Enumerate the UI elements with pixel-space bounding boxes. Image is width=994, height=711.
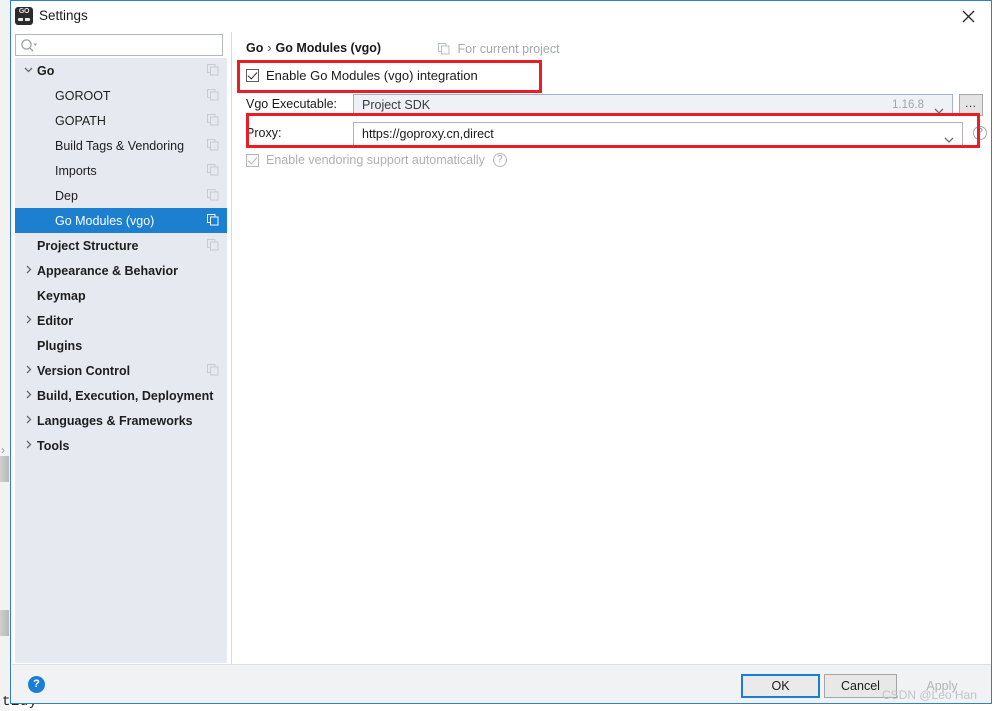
project-scope-icon	[207, 214, 219, 226]
breadcrumb-root[interactable]: Go	[246, 41, 263, 55]
chevron-down-icon	[934, 102, 944, 120]
chevron-right-icon[interactable]	[22, 365, 34, 376]
project-scope-icon	[207, 239, 219, 251]
breadcrumb-separator: ›	[267, 41, 272, 55]
sidebar-item-build-execution-deployment[interactable]: Build, Execution, Deployment	[15, 383, 227, 408]
sidebar-item-label: Keymap	[37, 288, 86, 303]
sidebar-item-imports[interactable]: Imports	[15, 158, 227, 183]
sidebar-item-go-modules-vgo[interactable]: Go Modules (vgo)	[15, 208, 227, 233]
ok-button[interactable]: OK	[741, 674, 820, 698]
vendoring-checkbox	[246, 153, 259, 167]
close-icon[interactable]	[946, 1, 991, 31]
project-scope-icon	[207, 89, 219, 101]
chevron-right-icon[interactable]	[22, 315, 34, 326]
vgo-executable-label: Vgo Executable:	[246, 97, 338, 111]
breadcrumb: Go › Go Modules (vgo)	[246, 41, 381, 55]
sidebar-item-editor[interactable]: Editor	[15, 308, 227, 333]
sidebar-item-label: Go	[37, 63, 55, 78]
ide-background-strip	[0, 0, 10, 711]
project-scope-icon	[438, 43, 450, 58]
sidebar-item-project-structure[interactable]: Project Structure	[15, 233, 227, 258]
dialog-titlebar: GO Settings	[11, 1, 991, 32]
chevron-down-icon[interactable]	[944, 131, 954, 149]
project-scope-icon	[207, 189, 219, 201]
sidebar-item-label: Project Structure	[37, 238, 139, 253]
sidebar-item-gopath[interactable]: GOPATH	[15, 108, 227, 133]
sidebar-item-version-control[interactable]: Version Control	[15, 358, 227, 383]
sidebar-content-divider	[231, 32, 232, 664]
proxy-value[interactable]: https://goproxy.cn,direct	[362, 127, 494, 141]
sidebar-item-tools[interactable]: Tools	[15, 433, 227, 458]
background-scrollbar-thumb-bottom[interactable]	[0, 610, 9, 636]
sidebar-item-label: GOPATH	[55, 113, 106, 128]
sidebar-item-label: Imports	[55, 163, 97, 178]
sidebar-item-goroot[interactable]: GOROOT	[15, 83, 227, 108]
proxy-input[interactable]: https://goproxy.cn,direct	[353, 122, 963, 146]
for-current-project-label: For current project	[438, 42, 560, 58]
sidebar-item-label: Appearance & Behavior	[37, 263, 179, 278]
dialog-title: Settings	[39, 8, 88, 23]
vendoring-label: Enable vendoring support automatically	[266, 153, 485, 167]
sidebar-item-label: GOROOT	[55, 88, 111, 103]
vgo-executable-value: Project SDK	[362, 98, 431, 112]
chevron-right-icon[interactable]	[22, 440, 34, 451]
proxy-help-icon[interactable]: ?	[973, 126, 987, 140]
settings-content-panel: Go › Go Modules (vgo) For current project …	[233, 32, 991, 664]
vgo-executable-version: 1.16.8	[892, 99, 924, 111]
dialog-footer: ? OK Cancel Apply	[12, 664, 991, 703]
sidebar-item-build-tags-vendoring[interactable]: Build Tags & Vendoring	[15, 133, 227, 158]
project-scope-icon	[207, 64, 219, 76]
chevron-right-icon[interactable]	[22, 265, 34, 276]
search-icon	[20, 38, 38, 54]
breadcrumb-leaf: Go Modules (vgo)	[275, 41, 382, 55]
sidebar-item-label: Build Tags & Vendoring	[55, 138, 185, 153]
sidebar-item-label: Plugins	[37, 338, 83, 353]
background-scrollbar-thumb-top[interactable]	[0, 456, 9, 482]
background-chevron-right-icon: ›	[1, 443, 5, 457]
project-scope-icon	[207, 114, 219, 126]
enable-go-modules-label: Enable Go Modules (vgo) integration	[266, 68, 478, 83]
watermark: CSDN @Leo Han	[882, 688, 977, 702]
sidebar-item-label: Tools	[37, 438, 70, 453]
sidebar-item-label: Go Modules (vgo)	[55, 213, 155, 228]
settings-search-box[interactable]	[15, 34, 223, 56]
sidebar-item-dep[interactable]: Dep	[15, 183, 227, 208]
sidebar-item-label: Languages & Frameworks	[37, 413, 193, 428]
for-current-project-text: For current project	[457, 42, 560, 56]
project-scope-icon	[207, 139, 219, 151]
goland-go-icon: GO	[15, 7, 33, 25]
proxy-row: Proxy: https://goproxy.cn,direct ?	[246, 122, 987, 146]
settings-sidebar: Go GOROOT GOPATH Build Tags & Vendoring Impo…	[15, 58, 227, 663]
help-icon[interactable]: ?	[28, 676, 45, 693]
sidebar-item-languages-frameworks[interactable]: Languages & Frameworks	[15, 408, 227, 433]
enable-go-modules-checkbox[interactable]	[246, 69, 259, 82]
sidebar-item-label: Build, Execution, Deployment	[37, 388, 214, 403]
enable-go-modules-row[interactable]: Enable Go Modules (vgo) integration	[246, 68, 478, 83]
screenshot-root: › | tidy GO Settings	[0, 0, 994, 711]
proxy-label: Proxy:	[246, 126, 282, 140]
project-scope-icon	[207, 364, 219, 376]
sidebar-item-plugins[interactable]: Plugins	[15, 333, 227, 358]
sidebar-item-label: Editor	[37, 313, 74, 328]
vgo-executable-row: Vgo Executable: Project SDK 1.16.8 …	[246, 94, 986, 116]
sidebar-item-keymap[interactable]: Keymap	[15, 283, 227, 308]
chevron-right-icon[interactable]	[22, 390, 34, 401]
vgo-executable-browse-button[interactable]: …	[959, 94, 983, 116]
chevron-down-icon[interactable]	[22, 65, 34, 76]
vgo-executable-select[interactable]: Project SDK 1.16.8	[353, 94, 953, 116]
sidebar-item-appearance-behavior[interactable]: Appearance & Behavior	[15, 258, 227, 283]
vendoring-row: Enable vendoring support automatically ?	[246, 153, 507, 167]
chevron-right-icon[interactable]	[22, 415, 34, 426]
sidebar-item-label: Version Control	[37, 363, 131, 378]
sidebar-item-go[interactable]: Go	[15, 58, 227, 83]
settings-dialog: GO Settings Go GOROOT GOPATH Build Tags …	[10, 0, 992, 704]
vendoring-help-icon[interactable]: ?	[492, 153, 507, 167]
sidebar-item-label: Dep	[55, 188, 78, 203]
project-scope-icon	[207, 164, 219, 176]
